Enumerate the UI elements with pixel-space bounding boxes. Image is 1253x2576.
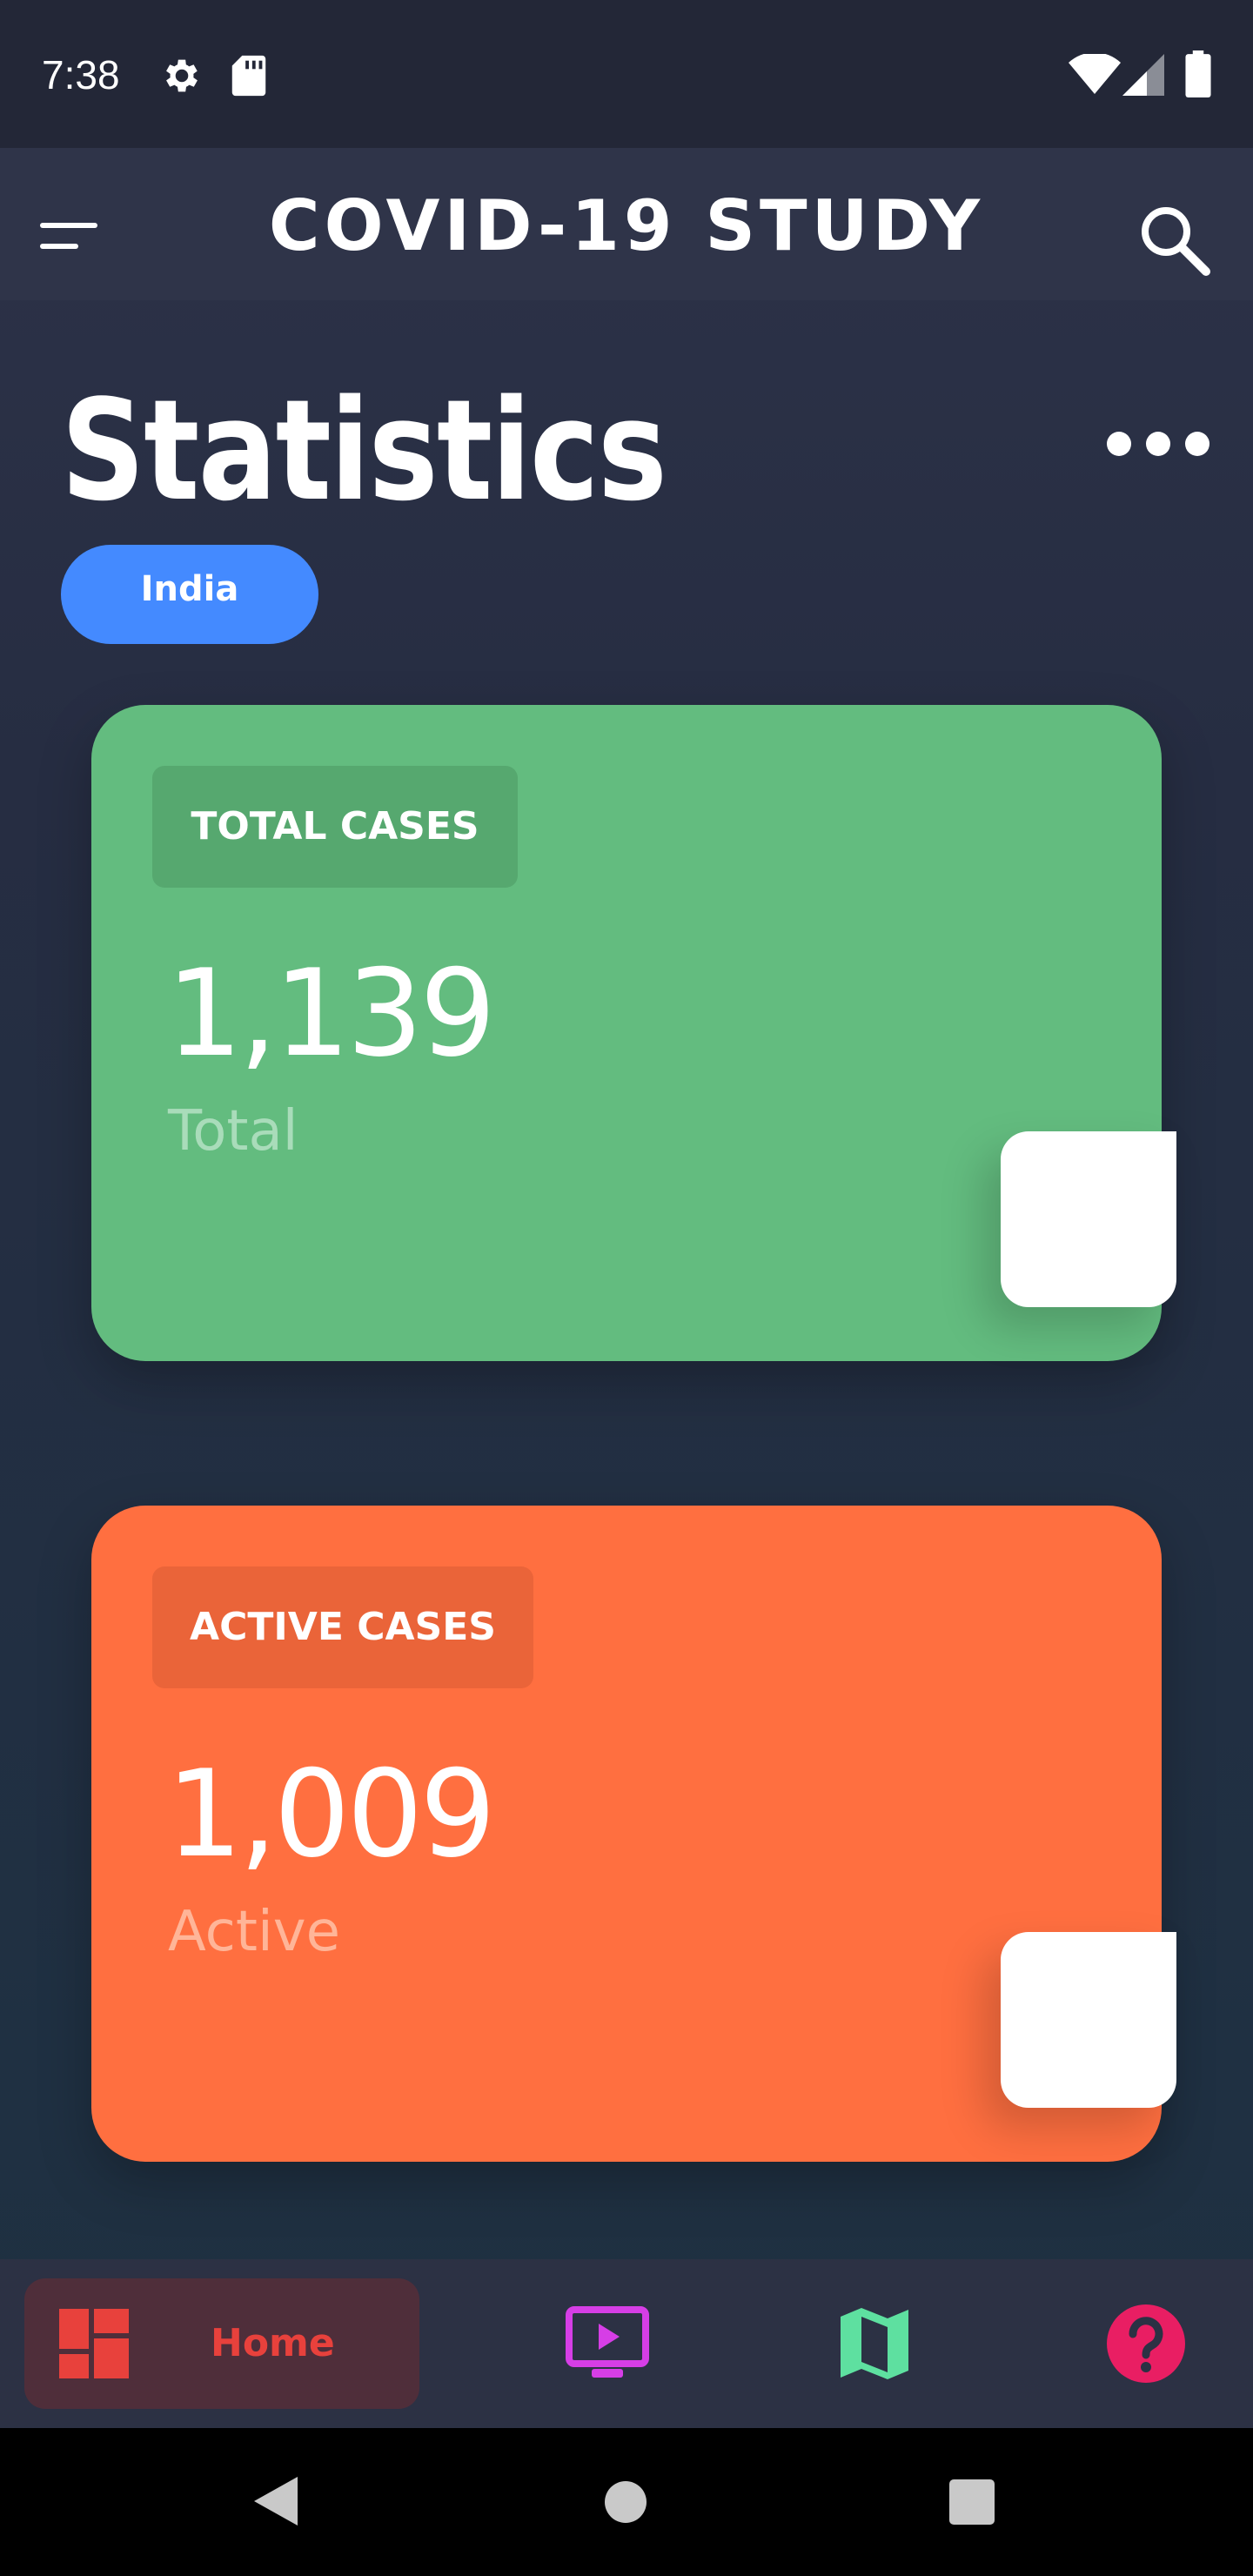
active-cases-card[interactable]: ACTIVE CASES 1,009 Active [91, 1506, 1176, 2162]
card-subtitle: Active [168, 1900, 340, 1964]
home-circle-icon[interactable] [604, 2480, 647, 2524]
map-icon[interactable] [835, 2304, 914, 2383]
card-subtitle: Total [168, 1099, 298, 1164]
recent-apps-icon[interactable] [948, 2479, 995, 2526]
back-icon[interactable] [251, 2473, 301, 2529]
cell-signal-icon [1122, 54, 1164, 96]
settings-gear-icon [166, 59, 198, 92]
nav-home-label: Home [211, 2321, 335, 2365]
page-title: Statistics [61, 369, 667, 532]
sd-card-icon [231, 55, 266, 97]
status-bar: 7:38 [0, 0, 1253, 148]
wifi-icon [1069, 54, 1121, 94]
app-title: COVID-19 STUDY [268, 185, 985, 266]
active-cases-value: 1,009 [166, 1744, 496, 1884]
video-play-icon[interactable] [564, 2304, 651, 2383]
app-bar: COVID-19 STUDY [0, 148, 1253, 300]
bottom-navigation: Home [0, 2259, 1253, 2428]
more-horizontal-icon[interactable] [1102, 418, 1215, 470]
search-icon[interactable] [1131, 197, 1218, 284]
card-tag: ACTIVE CASES [152, 1566, 533, 1688]
card-tag: TOTAL CASES [152, 766, 518, 888]
total-cases-card[interactable]: TOTAL CASES 1,139 Total [91, 705, 1176, 1361]
help-icon[interactable] [1105, 2303, 1187, 2385]
system-navigation-bar [0, 2428, 1253, 2576]
status-time: 7:38 [42, 52, 120, 97]
card-corner-tile [1001, 1131, 1176, 1307]
total-cases-value: 1,139 [166, 943, 496, 1083]
dashboard-icon [59, 2309, 129, 2378]
card-corner-tile [1001, 1932, 1176, 2108]
country-selector-button[interactable]: India [61, 545, 318, 644]
nav-item-home[interactable]: Home [24, 2278, 419, 2409]
battery-icon [1185, 50, 1211, 97]
